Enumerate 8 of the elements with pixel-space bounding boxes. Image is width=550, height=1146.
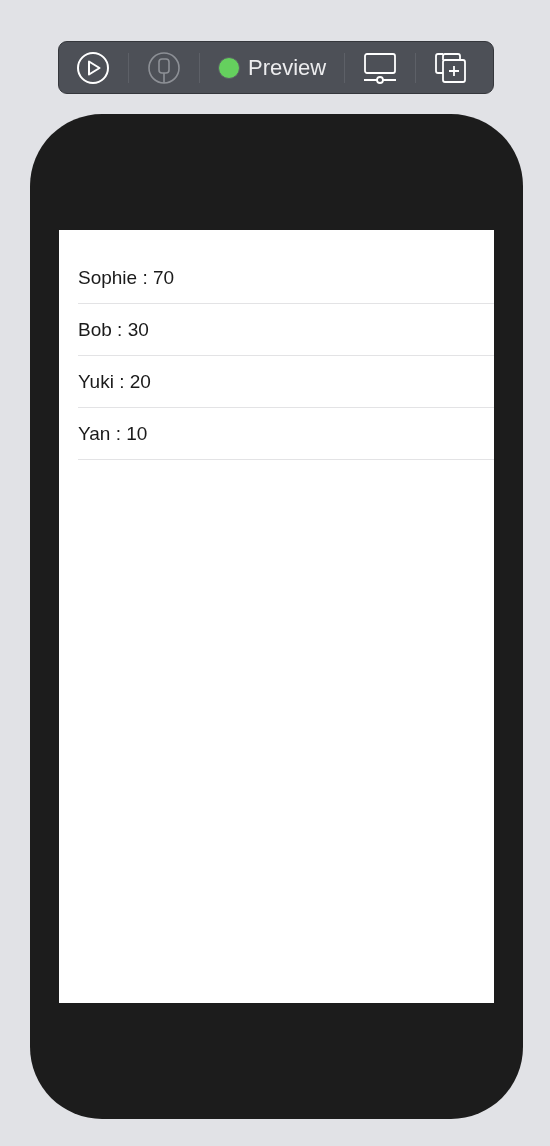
list-row-text: Yan : 10 — [78, 422, 148, 445]
preview-label: Preview — [248, 54, 327, 81]
list-row-text: Bob : 30 — [78, 318, 149, 341]
duplicate-button[interactable] — [434, 51, 468, 84]
list-row-text: Yuki : 20 — [78, 370, 151, 393]
play-button[interactable] — [76, 50, 110, 85]
list-row-text: Sophie : 70 — [78, 266, 175, 289]
device-settings-button[interactable] — [363, 51, 398, 84]
